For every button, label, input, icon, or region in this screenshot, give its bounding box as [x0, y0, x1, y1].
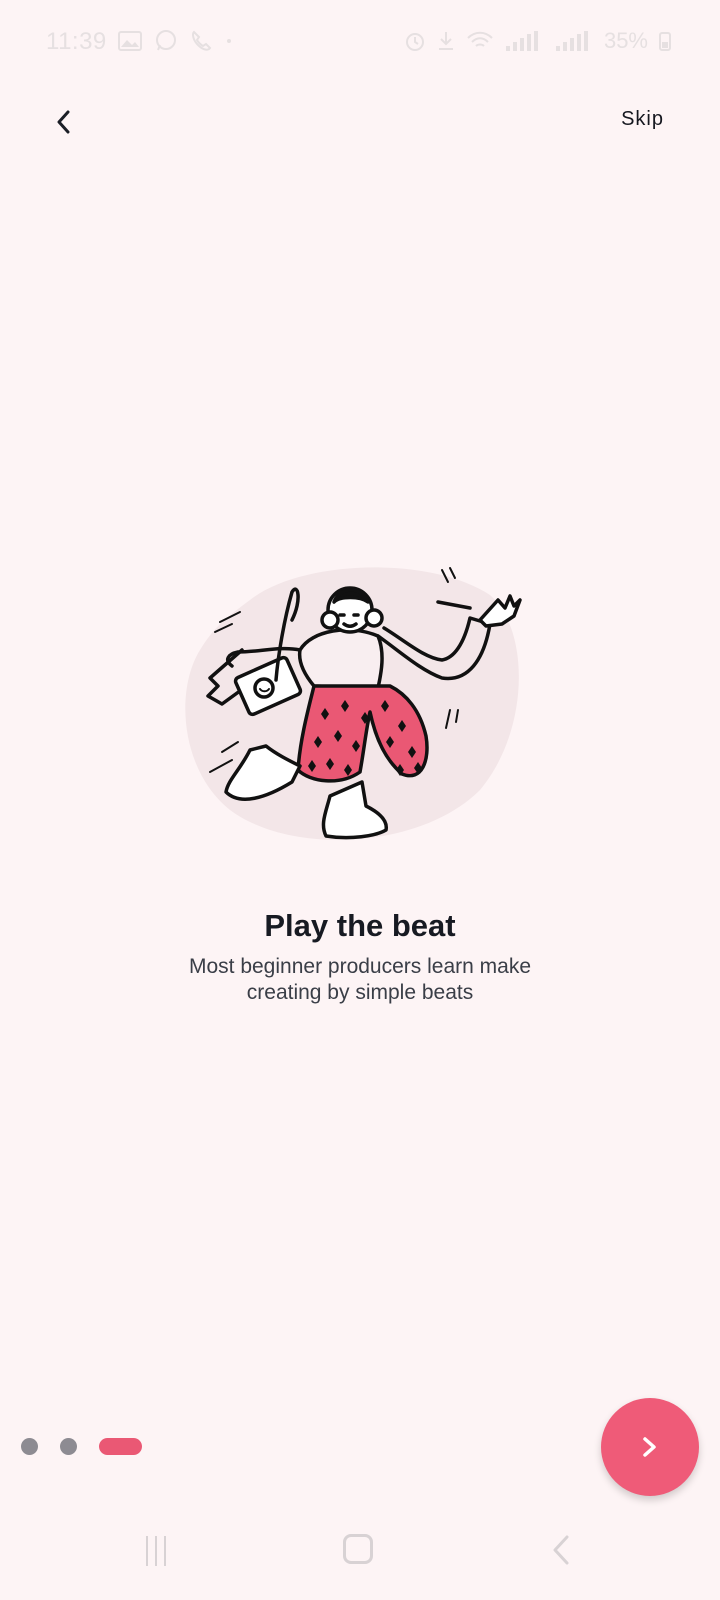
status-bar: 11:39 35%	[0, 0, 720, 84]
dancing-person-illustration	[185, 567, 522, 840]
recent-apps-button[interactable]	[140, 1536, 172, 1566]
onboarding-subtitle: Most beginner producers learn make creat…	[188, 955, 531, 1004]
chevron-left-icon	[57, 110, 70, 134]
skip-button[interactable]: Skip	[621, 108, 664, 131]
chevron-right-icon	[643, 1437, 656, 1457]
chat-icon	[156, 30, 176, 51]
signal-icon	[505, 31, 538, 51]
alarm-icon	[405, 33, 424, 51]
wifi-icon	[467, 31, 493, 47]
next-button[interactable]	[601, 1398, 699, 1496]
status-time: 11:39	[46, 28, 107, 55]
back-button[interactable]	[44, 100, 84, 144]
recent-apps-line-1	[146, 1536, 148, 1566]
image-icon	[118, 31, 142, 51]
status-right-icons: 35%	[404, 28, 672, 54]
battery-icon	[659, 32, 671, 51]
page-indicator	[21, 1438, 142, 1455]
recent-apps-line-3	[164, 1536, 166, 1566]
download-icon	[438, 32, 453, 50]
phone-icon	[192, 30, 212, 51]
page-dot-3-active	[99, 1438, 142, 1455]
home-button[interactable]	[343, 1534, 373, 1564]
battery-percent: 35%	[603, 28, 648, 53]
page-dot-1	[21, 1438, 38, 1455]
dot-icon	[227, 39, 231, 43]
signal-icon-2	[555, 31, 588, 51]
system-back-button[interactable]	[549, 1534, 573, 1566]
status-left-icons	[118, 29, 234, 53]
system-navigation-bar	[0, 1518, 720, 1600]
onboarding-title: Play the beat	[264, 908, 456, 943]
recent-apps-line-2	[155, 1536, 157, 1566]
page-dot-2	[60, 1438, 77, 1455]
